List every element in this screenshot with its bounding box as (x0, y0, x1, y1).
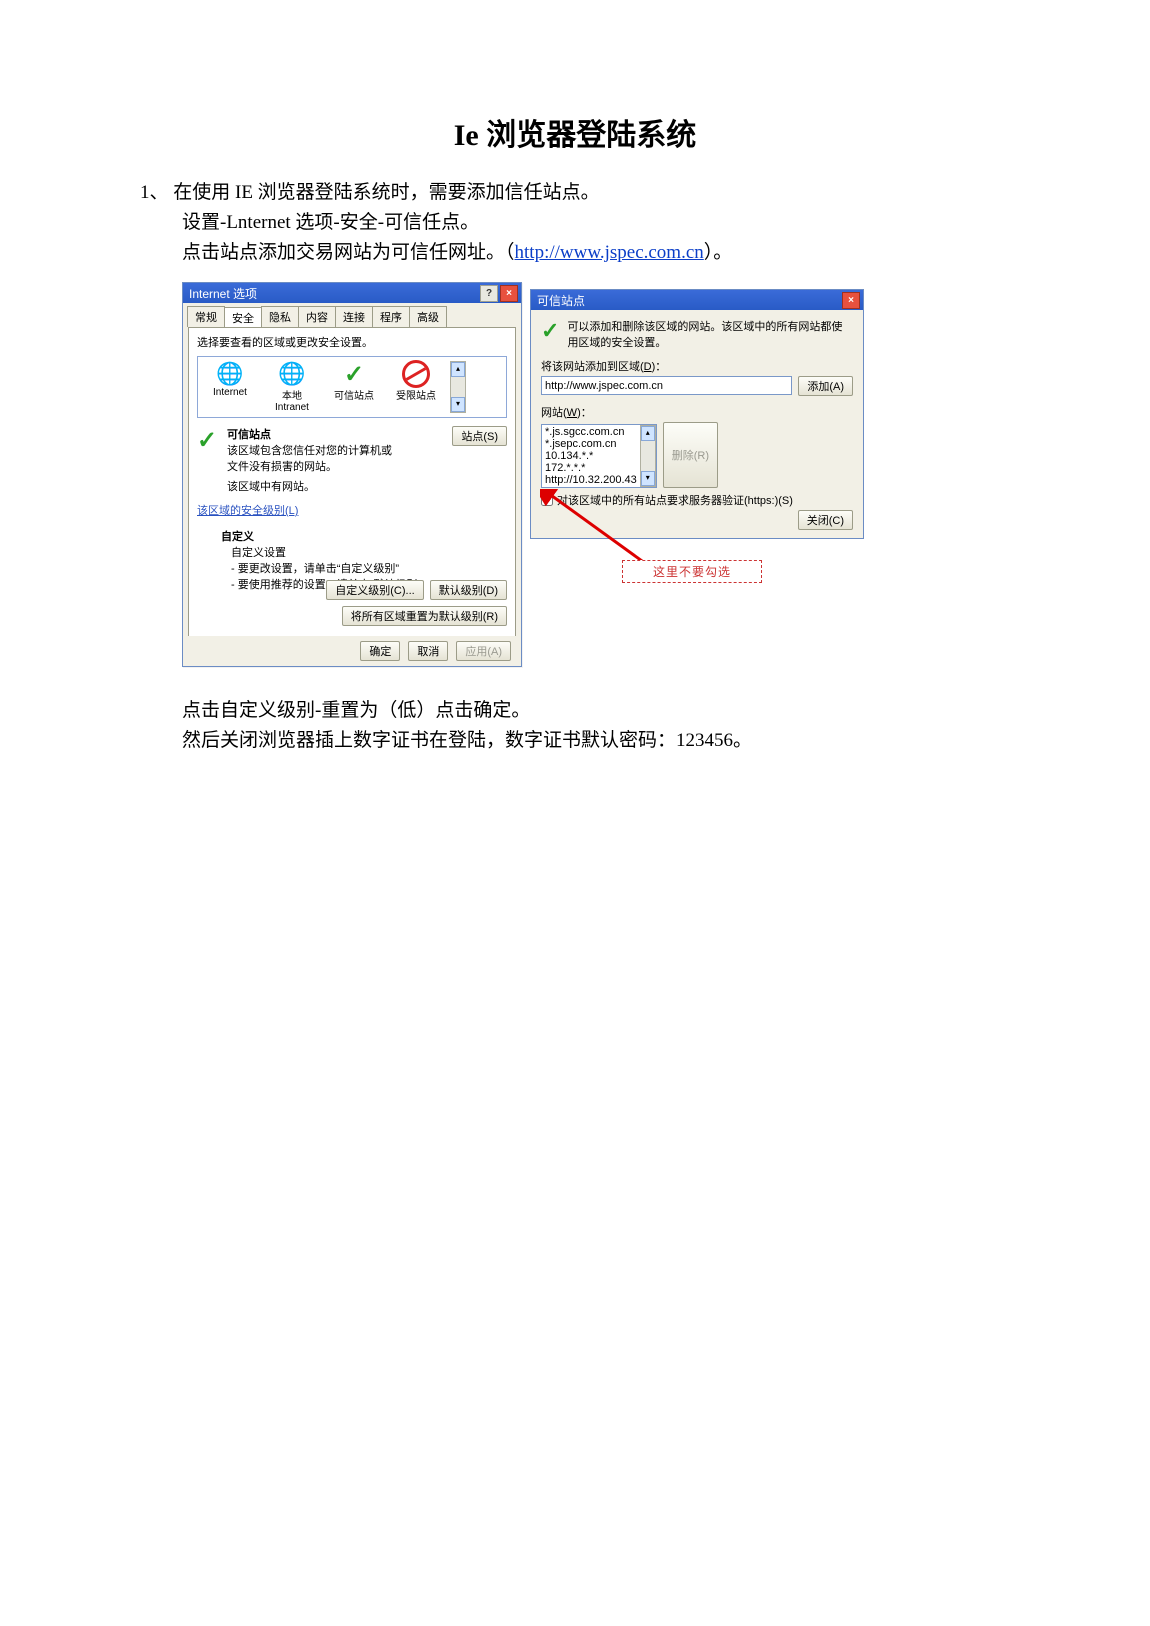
globe-icon: 🌐 (216, 361, 243, 387)
scroll-up-icon[interactable]: ▴ (451, 362, 465, 377)
dialog1-footer: 确定 取消 应用(A) (183, 636, 521, 666)
check-icon: ✓ (541, 318, 559, 344)
https-required-label: 对该区域中的所有站点要求服务器验证(https:)(S) (557, 492, 793, 508)
page-title: Ie 浏览器登陆系统 (140, 110, 1010, 154)
default-level-button[interactable]: 默认级别(D) (430, 580, 507, 600)
close-icon[interactable]: × (500, 285, 518, 302)
annotation-callout: 这里不要勾选 (622, 560, 762, 583)
security-level-link[interactable]: 该区域的安全级别(L) (197, 502, 298, 518)
tab-general[interactable]: 常规 (187, 306, 225, 327)
globe-icon: 🌐 (278, 361, 305, 387)
tab-strip: 常规 安全 隐私 内容 连接 程序 高级 (183, 303, 521, 327)
apply-button[interactable]: 应用(A) (456, 641, 511, 661)
dialog1-title: Internet 选项 (189, 285, 257, 302)
add-site-label: 将该网站添加到区域(D)： (541, 361, 666, 373)
scroll-up-icon[interactable]: ▴ (641, 426, 655, 441)
ok-button[interactable]: 确定 (360, 641, 400, 661)
list-item[interactable]: *.jsepc.com.cn (545, 438, 637, 450)
check-icon: ✓ (344, 360, 364, 389)
zone-trusted[interactable]: ✓ 可信站点 (326, 361, 382, 402)
annotation-text: 这里不要勾选 (622, 560, 762, 583)
https-required-checkbox[interactable] (541, 494, 553, 506)
trusted-desc: 该区域包含您信任对您的计算机或 文件没有损害的网站。 (227, 442, 446, 474)
doc-line-2: 设置-Lnternet 选项-安全-可信任点。 (140, 208, 1010, 238)
trusted-note: 该区域中有网站。 (227, 478, 446, 494)
dialog2-title: 可信站点 (537, 292, 585, 309)
close-icon[interactable]: × (842, 292, 860, 309)
zone-intranet[interactable]: 🌐 本地 Intranet (264, 361, 320, 413)
stop-icon (402, 360, 430, 388)
add-button[interactable]: 添加(A) (798, 376, 853, 396)
tab-advanced[interactable]: 高级 (409, 306, 447, 327)
screenshots-area: Internet 选项 ? × 常规 安全 隐私 内容 连接 程序 高级 选择要… (182, 282, 1062, 682)
security-panel: 选择要查看的区域或更改安全设置。 🌐 Internet 🌐 本地 Intrane… (188, 327, 516, 637)
url-link[interactable]: http://www.jspec.com.cn (515, 242, 704, 263)
sites-list-label: 网站(W)： (541, 407, 592, 419)
reset-all-button[interactable]: 将所有区域重置为默认级别(R) (342, 606, 507, 626)
close-button[interactable]: 关闭(C) (798, 510, 853, 530)
tab-privacy[interactable]: 隐私 (261, 306, 299, 327)
zone-scrollbar[interactable]: ▴ ▾ (450, 361, 466, 413)
list-item[interactable]: *.js.sgcc.com.cn (545, 426, 637, 438)
custom-level-button[interactable]: 自定义级别(C)... (326, 580, 423, 600)
zone-internet[interactable]: 🌐 Internet (202, 361, 258, 398)
remove-button[interactable]: 删除(R) (663, 422, 718, 488)
list-item[interactable]: 172.*.*.* (545, 462, 637, 474)
tab-programs[interactable]: 程序 (372, 306, 410, 327)
check-icon: ✓ (197, 427, 217, 454)
zone-selector[interactable]: 🌐 Internet 🌐 本地 Intranet ✓ 可信站点 受限站点 (197, 356, 507, 418)
zone-restricted[interactable]: 受限站点 (388, 361, 444, 402)
tab-connections[interactable]: 连接 (335, 306, 373, 327)
scroll-down-icon[interactable]: ▾ (641, 471, 655, 486)
sites-button[interactable]: 站点(S) (452, 426, 507, 446)
doc-line-4: 点击自定义级别-重置为（低）点击确定。 (140, 696, 1010, 726)
cancel-button[interactable]: 取消 (408, 641, 448, 661)
zone-prompt: 选择要查看的区域或更改安全设置。 (197, 334, 507, 350)
list-scrollbar[interactable]: ▴ ▾ (640, 425, 656, 487)
tab-content[interactable]: 内容 (298, 306, 336, 327)
doc-line-1: 1、 在使用 IE 浏览器登陆系统时，需要添加信任站点。 (140, 178, 1010, 208)
sites-listbox[interactable]: *.js.sgcc.com.cn *.jsepc.com.cn 10.134.*… (541, 424, 657, 488)
dialog1-titlebar[interactable]: Internet 选项 ? × (183, 283, 521, 303)
add-site-input[interactable] (541, 376, 792, 395)
dialog2-titlebar[interactable]: 可信站点 × (531, 290, 863, 310)
tab-security[interactable]: 安全 (224, 307, 262, 328)
doc-line-3: 点击站点添加交易网站为可信任网址。（http://www.jspec.com.c… (140, 238, 1010, 268)
list-item[interactable]: 10.134.*.* (545, 450, 637, 462)
trusted-sites-dialog: 可信站点 × ✓ 可以添加和删除该区域的网站。该区域中的所有网站都使用区域的安全… (530, 289, 864, 539)
internet-options-dialog: Internet 选项 ? × 常规 安全 隐私 内容 连接 程序 高级 选择要… (182, 282, 522, 667)
help-button[interactable]: ? (480, 285, 498, 302)
list-item[interactable]: http://10.32.200.43 (545, 474, 637, 486)
trusted-title: 可信站点 (227, 426, 446, 442)
dialog2-intro: 可以添加和删除该区域的网站。该区域中的所有网站都使用区域的安全设置。 (567, 318, 853, 350)
doc-line-5: 然后关闭浏览器插上数字证书在登陆，数字证书默认密码：123456。 (140, 726, 1010, 756)
scroll-down-icon[interactable]: ▾ (451, 397, 465, 412)
